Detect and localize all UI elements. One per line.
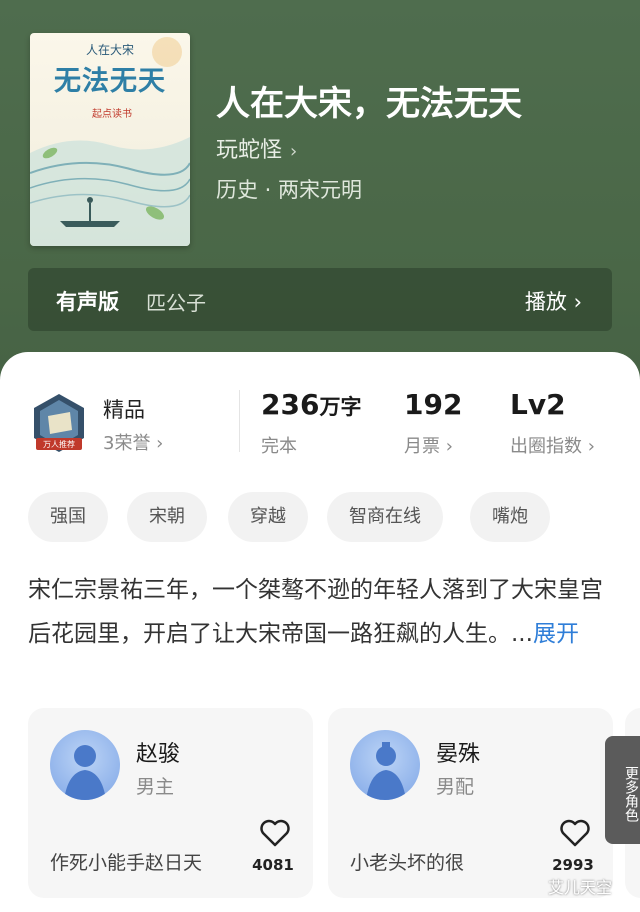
audio-narrator: 匹公子 [146, 291, 206, 315]
book-header: 人在大宋 无法无天 起点读书 人在大宋，无法无天 玩蛇怪 › 历史 · 两宋元明 … [0, 0, 640, 380]
word-count-unit: 万字 [319, 395, 362, 419]
audio-label: 有声版 [56, 290, 119, 314]
character-card[interactable]: 晏殊 男配 小老头坏的很 2993 [328, 708, 613, 898]
synopsis: 宋仁宗景祐三年，一个桀骜不逊的年轻人落到了大宋皇宫后花园里，开启了让大宋帝国一路… [28, 568, 613, 656]
badge-name: 精品 [103, 398, 145, 422]
completion-status: 完本 [261, 436, 297, 457]
tag-item[interactable]: 强国 [28, 492, 108, 542]
like-count: 4081 [252, 856, 294, 874]
word-count: 236万字 [261, 388, 361, 421]
character-desc: 作死小能手赵日天 [50, 852, 203, 874]
heart-icon[interactable] [259, 818, 291, 848]
chevron-right-icon: › [290, 141, 298, 162]
book-genre: 历史 · 两宋元明 [216, 178, 363, 202]
synopsis-text: 宋仁宗景祐三年，一个桀骜不逊的年轻人落到了大宋皇宫后花园里，开启了让大宋帝国一路… [28, 577, 603, 647]
honor-link[interactable]: 3荣誉 › [103, 429, 163, 455]
character-silhouette-icon [366, 742, 406, 800]
avatar [350, 730, 420, 800]
popularity-level: Lv2 [510, 388, 566, 421]
more-roles-button[interactable]: 更多角色 [605, 736, 640, 844]
character-name: 赵骏 [136, 742, 181, 767]
book-cover[interactable]: 人在大宋 无法无天 起点读书 [30, 33, 190, 246]
book-detail-card: 万人推荐 精品 3荣誉 › 236万字 完本 192 月票 › Lv2 出圈指数… [0, 352, 640, 912]
monthly-votes-link[interactable]: 月票 › [404, 432, 453, 458]
popularity-index-link[interactable]: 出圈指数 › [510, 432, 595, 458]
stats-divider [239, 390, 240, 452]
badge-ribbon-text: 万人推荐 [43, 439, 75, 449]
character-role: 男主 [136, 776, 175, 798]
watermark: 艾儿天空 [548, 878, 613, 897]
character-role: 男配 [436, 776, 475, 798]
character-name: 晏殊 [436, 742, 481, 767]
tag-item[interactable]: 宋朝 [127, 492, 207, 542]
audio-version-bar[interactable]: 有声版 匹公子 播放 › [28, 268, 612, 331]
word-count-value: 236 [261, 388, 320, 421]
tag-item[interactable]: 穿越 [228, 492, 308, 542]
expand-link[interactable]: 展开 [533, 621, 579, 647]
play-button[interactable]: 播放 › [525, 286, 582, 316]
like-count: 2993 [552, 856, 594, 874]
author-link[interactable]: 玩蛇怪 › [216, 132, 297, 164]
tag-item[interactable]: 智商在线 [327, 492, 443, 542]
avatar [50, 730, 120, 800]
cover-illustration [30, 137, 190, 246]
heart-icon[interactable] [559, 818, 591, 848]
monthly-votes-value: 192 [404, 388, 463, 421]
tag-list: 强国 宋朝 穿越 智商在线 嘴炮 [28, 492, 628, 542]
book-title: 人在大宋，无法无天 [216, 84, 522, 124]
character-card[interactable]: 赵骏 男主 作死小能手赵日天 4081 [28, 708, 313, 898]
author-name: 玩蛇怪 [216, 138, 283, 163]
honor-badge-icon[interactable]: 万人推荐 [30, 392, 88, 456]
character-desc: 小老头坏的很 [350, 852, 465, 874]
character-silhouette-icon [64, 745, 106, 800]
tag-item[interactable]: 嘴炮 [470, 492, 550, 542]
